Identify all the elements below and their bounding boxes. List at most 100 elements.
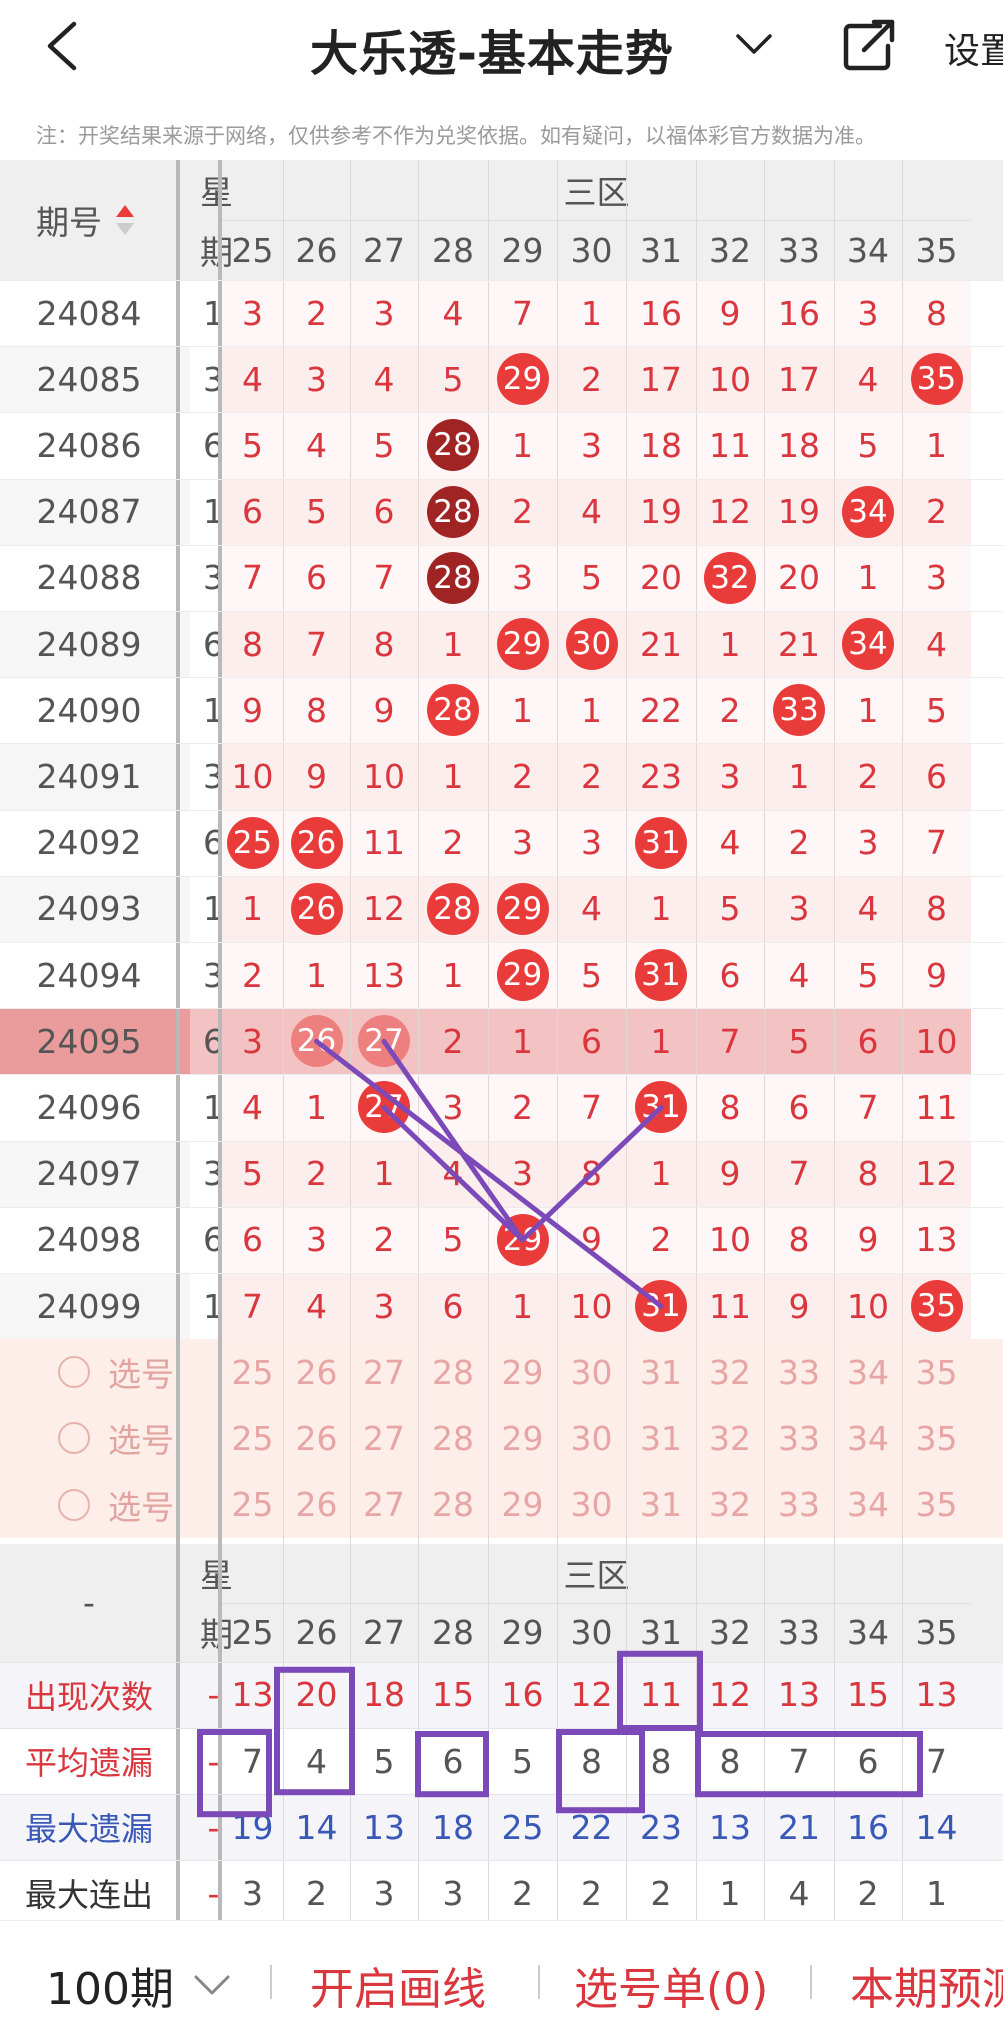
select-number[interactable]: 28 (418, 1405, 488, 1471)
miss-count: 21 (778, 624, 820, 664)
table-cell: 10 (350, 743, 418, 809)
miss-count: 19 (778, 492, 820, 532)
radio-circle-icon[interactable] (58, 1356, 90, 1389)
select-number[interactable]: 27 (350, 1339, 418, 1405)
select-number[interactable]: 29 (488, 1339, 557, 1405)
table-cell: 10 (696, 1207, 764, 1273)
select-number[interactable]: 34 (834, 1339, 902, 1405)
stat-value: 19 (231, 1807, 274, 1847)
table-cell: 1 (902, 412, 971, 478)
select-number[interactable]: 28 (418, 1339, 488, 1405)
period-column-header[interactable]: 期号 (0, 160, 178, 280)
table-cell: 5 (696, 876, 764, 942)
table-cell: 3 (557, 810, 626, 876)
miss-count: 10 (709, 359, 751, 399)
table-cell: 1 (834, 677, 902, 743)
select-number[interactable]: 30 (557, 1405, 626, 1471)
table-cell: 1 (222, 876, 283, 942)
select-number[interactable]: 27 (350, 1405, 418, 1471)
selection-list-button[interactable]: 选号单(0) (574, 1953, 768, 2017)
forecast-button[interactable]: 本期预测 (850, 1953, 1003, 2017)
table-cell: 33 (764, 677, 834, 743)
number-column-header: 34 (847, 1612, 889, 1652)
table-cell: 5 (283, 479, 350, 545)
table-cell: 6 (350, 479, 418, 545)
row-divider (0, 809, 1003, 811)
table-cell: 34 (834, 611, 902, 677)
select-number[interactable]: 26 (283, 1405, 350, 1471)
select-number[interactable]: 28 (418, 1472, 488, 1538)
select-number[interactable]: 25 (222, 1405, 283, 1471)
miss-count: 11 (709, 1286, 751, 1326)
page-title[interactable]: 大乐透-基本走势 (310, 14, 674, 84)
period-cell: 24098 (36, 1220, 142, 1260)
select-number[interactable]: 33 (764, 1405, 834, 1471)
chevron-down-icon[interactable] (192, 1973, 232, 1997)
hit-number-ball: 29 (496, 1213, 549, 1266)
select-number[interactable]: 33 (764, 1339, 834, 1405)
select-number[interactable]: 32 (696, 1339, 764, 1405)
select-number[interactable]: 31 (626, 1405, 696, 1471)
table-cell: 29 (488, 1207, 557, 1273)
table-cell: 7 (696, 1008, 764, 1074)
select-number[interactable]: 26 (283, 1339, 350, 1405)
chevron-down-icon[interactable] (732, 30, 776, 58)
table-cell: 4 (696, 810, 764, 876)
miss-count: 7 (306, 624, 327, 664)
select-number[interactable]: 27 (350, 1472, 418, 1538)
miss-count: 16 (640, 293, 682, 333)
select-number[interactable]: 34 (834, 1405, 902, 1471)
miss-count: 1 (242, 889, 263, 929)
miss-count: 5 (442, 359, 464, 399)
stat-label: 平均遗漏 (24, 1744, 153, 1783)
select-number[interactable]: 35 (902, 1472, 971, 1538)
select-number[interactable]: 29 (488, 1472, 557, 1538)
select-number[interactable]: 34 (834, 1472, 902, 1538)
select-number[interactable]: 30 (557, 1339, 626, 1405)
period-count-selector[interactable]: 100期 (46, 1953, 174, 2017)
select-label: 选号 (108, 1487, 174, 1527)
select-number[interactable]: 32 (696, 1405, 764, 1471)
select-number[interactable]: 25 (222, 1339, 283, 1405)
stat-value: 8 (719, 1741, 741, 1781)
table-cell: 1 (834, 545, 902, 611)
select-number[interactable]: 35 (902, 1405, 971, 1471)
hit-number-ball: 28 (427, 485, 479, 538)
stat-label: 出现次数 (24, 1677, 153, 1716)
table-cell: 5 (902, 677, 971, 743)
table-cell: 8 (902, 876, 971, 942)
select-number[interactable]: 33 (764, 1472, 834, 1538)
back-arrow-icon[interactable] (40, 18, 86, 74)
hit-number-ball: 26 (290, 1015, 343, 1068)
table-cell: 10 (557, 1273, 626, 1339)
stat-value: 2 (306, 1873, 327, 1913)
table-cell: 2 (418, 810, 488, 876)
table-cell: 18 (764, 412, 834, 478)
select-number[interactable]: 30 (557, 1472, 626, 1538)
select-number[interactable]: 31 (626, 1472, 696, 1538)
select-number[interactable]: 35 (902, 1339, 971, 1405)
table-cell: 21 (626, 611, 696, 677)
stat-value: 2 (857, 1873, 879, 1913)
hit-number-ball: 35 (910, 1280, 963, 1333)
miss-count: 2 (373, 1220, 395, 1260)
select-number[interactable]: 31 (626, 1339, 696, 1405)
miss-count: 20 (640, 558, 682, 598)
select-number[interactable]: 25 (222, 1472, 283, 1538)
table-cell: 5 (222, 1141, 283, 1207)
table-cell: 1 (418, 611, 488, 677)
sort-icon[interactable] (114, 203, 136, 237)
select-number[interactable]: 26 (283, 1472, 350, 1538)
draw-line-button[interactable]: 开启画线 (310, 1953, 486, 2017)
miss-count: 1 (373, 1154, 395, 1194)
radio-circle-icon[interactable] (58, 1488, 90, 1521)
miss-count: 13 (915, 1220, 958, 1260)
settings-button[interactable]: 设置 (944, 22, 1003, 74)
miss-count: 4 (242, 359, 263, 399)
table-cell: 11 (696, 412, 764, 478)
select-number[interactable]: 32 (696, 1472, 764, 1538)
select-number[interactable]: 29 (488, 1405, 557, 1471)
radio-circle-icon[interactable] (58, 1422, 90, 1455)
share-icon[interactable] (840, 16, 898, 74)
miss-count: 2 (581, 756, 602, 796)
